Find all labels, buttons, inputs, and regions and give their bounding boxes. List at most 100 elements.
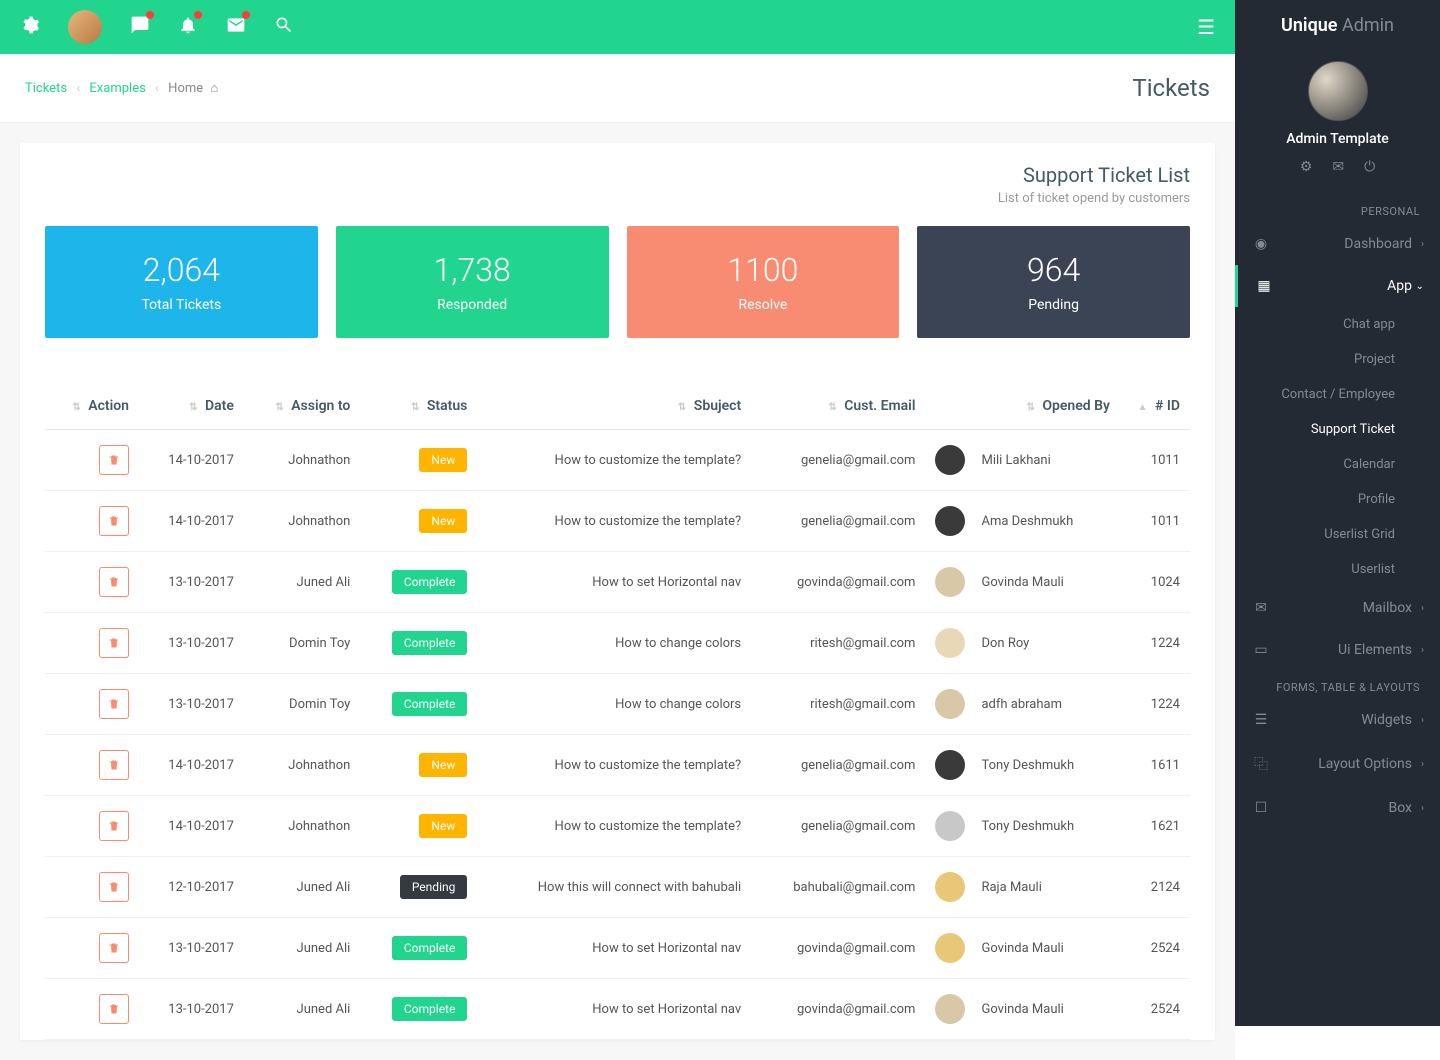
cell-email: genelia@gmail.com [751,430,925,491]
breadcrumb-link[interactable]: Tickets [25,81,67,96]
cell-assign: Johnathon [244,796,360,857]
delete-button[interactable] [99,750,129,780]
delete-button[interactable] [99,933,129,963]
subnav-item[interactable]: Contact / Employee [1235,377,1440,412]
cell-subject: ?How to customize the template [477,430,751,491]
column-header[interactable]: Assign to ⇅ [244,383,360,430]
table-row: 1224Don Royritesh@gmail.comHow to change… [45,613,1190,674]
stat-label: Total Tickets [60,297,303,313]
cell-opener: Tony Deshmukh [925,796,1120,857]
cell-assign: Johnathon [244,430,360,491]
cell-action [45,918,139,979]
nav-widgets[interactable]: ‹ Widgets ☰ [1235,699,1440,741]
delete-button[interactable] [99,872,129,902]
subnav-item[interactable]: Userlist Grid [1235,517,1440,552]
column-header[interactable]: Opened By ⇅ [925,383,1120,430]
breadcrumb: Tickets ‹ Examples ‹ Home ⌂ [25,80,218,96]
cell-opener: adfh abraham [925,674,1120,735]
chevron-left-icon: ‹ [1412,239,1424,250]
subnav-item[interactable]: Support Ticket [1235,412,1440,447]
avatar [935,933,965,963]
menu-toggle-icon[interactable]: ☰ [1197,15,1215,39]
chat-icon[interactable] [130,15,150,39]
table-row: 1011Ama Deshmukhgenelia@gmail.com?How to… [45,491,1190,552]
mail-icon[interactable]: ✉ [1332,159,1344,175]
stat-card: 1100Resolve [627,226,900,338]
cell-assign: Juned Ali [244,979,360,1040]
cell-email: genelia@gmail.com [751,491,925,552]
table-row: 2124Raja Maulibahubali@gmail.comHow this… [45,857,1190,918]
cell-email: genelia@gmail.com [751,796,925,857]
nav-dashboard[interactable]: ‹ Dashboard ◉ [1235,223,1440,265]
cell-opener: Mili Lakhani [925,430,1120,491]
subnav-item[interactable]: Userlist [1235,552,1440,587]
section-personal: PERSONAL [1235,195,1440,223]
delete-button[interactable] [99,506,129,536]
delete-button[interactable] [99,689,129,719]
cell-opener: Govinda Mauli [925,979,1120,1040]
avatar [935,567,965,597]
sort-icon: ⇅ [678,402,686,413]
cell-action [45,735,139,796]
subnav-item[interactable]: Profile [1235,482,1440,517]
profile-avatar[interactable] [1308,61,1368,121]
nav-ui-elements[interactable]: ‹ Ui Elements ▭ [1235,629,1440,671]
nav-mailbox[interactable]: ‹ Mailbox ✉ [1235,587,1440,629]
delete-button[interactable] [99,811,129,841]
column-header[interactable]: Cust. Email ⇅ [751,383,925,430]
delete-button[interactable] [99,445,129,475]
cell-status: Complete [360,979,477,1040]
cell-id: 1011 [1120,491,1190,552]
cell-id: 2524 [1120,979,1190,1040]
sidebar: Unique Admin Admin Template ⏻ ✉ ⚙ PERSON… [1235,0,1440,1026]
brand[interactable]: Unique Admin [1235,0,1440,51]
cell-status: New [360,735,477,796]
cell-subject: How this will connect with bahubali [477,857,751,918]
delete-button[interactable] [99,567,129,597]
subnav-item[interactable]: Calendar [1235,447,1440,482]
status-badge: Pending [400,875,468,899]
sort-icon: ⇅ [1027,402,1035,413]
mail-icon[interactable] [226,15,246,39]
cell-assign: Johnathon [244,491,360,552]
bell-icon[interactable] [178,15,198,39]
box-icon: ☐ [1251,800,1271,816]
avatar [935,750,965,780]
cell-action [45,979,139,1040]
column-header[interactable]: Sbuject ⇅ [477,383,751,430]
cell-date: 14-10-2017 [139,430,244,491]
cell-action [45,430,139,491]
subnav-item[interactable]: Chat app [1235,307,1440,342]
gear-icon[interactable]: ⚙ [1300,159,1313,175]
stat-value: 1,738 [351,251,594,289]
cell-opener: Tony Deshmukh [925,735,1120,796]
cell-id: 1611 [1120,735,1190,796]
chevron-left-icon: ‹ [1412,603,1424,614]
column-header[interactable]: ID # ▲ [1120,383,1190,430]
sort-icon: ⇅ [411,402,419,413]
power-icon[interactable]: ⏻ [1364,159,1375,175]
delete-button[interactable] [99,628,129,658]
search-icon[interactable] [274,15,294,39]
nav-box[interactable]: ‹ Box ☐ [1235,787,1440,829]
column-header[interactable]: Action ⇅ [45,383,139,430]
user-avatar[interactable] [68,10,102,44]
cell-id: 1024 [1120,552,1190,613]
avatar [935,872,965,902]
column-header[interactable]: Status ⇅ [360,383,477,430]
delete-button[interactable] [99,994,129,1024]
avatar [935,811,965,841]
chevron-left-icon: ‹ [1412,715,1424,726]
subnav-item[interactable]: Project [1235,342,1440,377]
stat-card: 1,738Responded [336,226,609,338]
brand-bold: Unique [1281,15,1337,36]
nav-layout-options[interactable]: ‹ Layout Options ⿻ [1235,741,1440,787]
cell-status: New [360,491,477,552]
gear-icon[interactable] [20,15,40,39]
cell-assign: Johnathon [244,735,360,796]
cell-status: New [360,796,477,857]
breadcrumb-link[interactable]: Examples [89,81,145,96]
column-header[interactable]: Date ⇅ [139,383,244,430]
nav-app[interactable]: ⌄ App ▦ [1235,265,1440,307]
cell-date: 13-10-2017 [139,613,244,674]
